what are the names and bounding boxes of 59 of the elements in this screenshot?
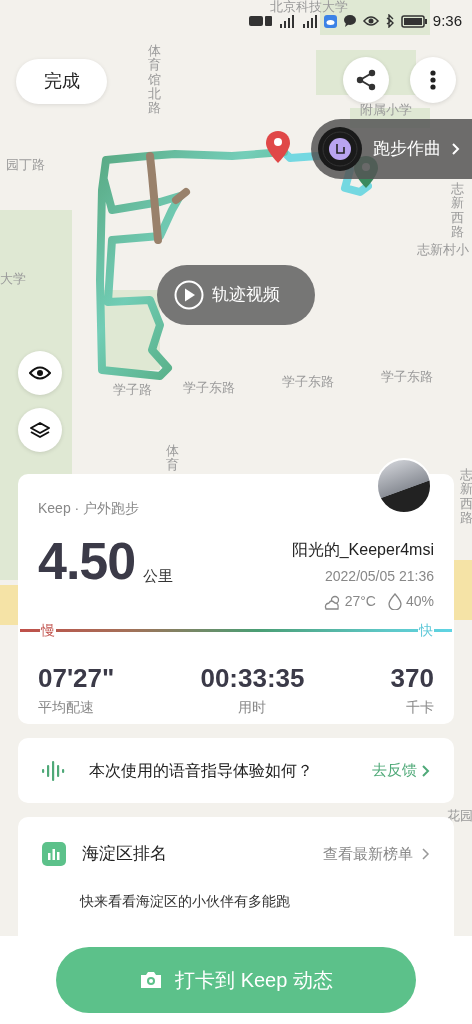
stat-label: 平均配速 (38, 697, 94, 717)
distance-unit: 公里 (143, 565, 174, 586)
map-label: 学子路 (113, 383, 152, 398)
weather-icon (322, 593, 341, 610)
chat-icon (342, 14, 357, 29)
map-label: 志新村小 (417, 243, 469, 258)
voice-wave-icon (42, 760, 65, 781)
eye-icon (362, 14, 379, 29)
map-label: 志新西路 (451, 182, 464, 240)
map-label: 附属小学 (360, 103, 412, 118)
chevron-right-icon (451, 142, 460, 156)
map-pin-icon (265, 130, 291, 164)
vinyl-record-icon (317, 126, 363, 172)
feedback-question: 本次使用的语音指导体验如何？ (89, 760, 314, 781)
stat-label: 千卡 (406, 697, 434, 717)
map-label: 学子东路 (183, 381, 235, 396)
map-label: 园丁路 (6, 158, 45, 173)
camera-icon (139, 969, 164, 991)
ranking-title: 海淀区排名 (82, 843, 168, 865)
bar-chart-icon (42, 841, 66, 866)
map-label: 学子东路 (381, 370, 433, 385)
chevron-right-icon (421, 846, 430, 861)
ranking-link[interactable]: 查看最新榜单 (323, 842, 430, 865)
pace-fast-label: 快 (418, 620, 434, 640)
layers-icon (29, 421, 51, 439)
road-stripe (452, 560, 472, 620)
chevron-right-icon (421, 763, 430, 778)
bluetooth-icon (384, 14, 395, 29)
battery-icon (400, 14, 427, 28)
play-icon (174, 280, 204, 310)
map-label: 花园 (447, 809, 472, 824)
track-video-button[interactable]: 轨迹视频 (157, 265, 315, 325)
distance-value: 4.50 (38, 535, 136, 587)
humidity-icon (387, 593, 402, 610)
username: 阳光的_Keeper4msi (291, 540, 434, 560)
stat-value: 07'27" (38, 664, 115, 693)
map-label: 学子东路 (282, 375, 334, 390)
status-time: 9:36 (432, 11, 462, 31)
workout-datetime: 2022/05/05 21:36 (325, 567, 434, 586)
ranking-description: 快来看看海淀区的小伙伴有多能跑 (80, 891, 291, 911)
humidity: 40% (405, 592, 434, 611)
feedback-link[interactable]: 去反馈 (372, 759, 430, 782)
map-label: 北京科技大学 (270, 0, 348, 15)
activity-source: Keep · 户外跑步 (38, 499, 141, 518)
pace-slow-label: 慢 (40, 620, 56, 640)
map-label: 体育 (166, 444, 179, 473)
map-label: 体育馆北路 (148, 44, 161, 116)
map-label: 志新西路 (460, 468, 472, 526)
stat-label: 用时 (238, 697, 267, 717)
more-icon (430, 70, 436, 90)
stat-value: 370 (390, 664, 434, 693)
temperature: 27°C (344, 592, 376, 611)
map-label: 大学 (0, 272, 26, 287)
eye-icon (29, 364, 51, 382)
music-button[interactable]: 跑步作曲 (311, 119, 472, 179)
signal-icon (300, 14, 318, 28)
stat-value: 00:33:35 (200, 664, 305, 693)
signal-icon (277, 14, 295, 28)
share-icon (355, 69, 377, 91)
